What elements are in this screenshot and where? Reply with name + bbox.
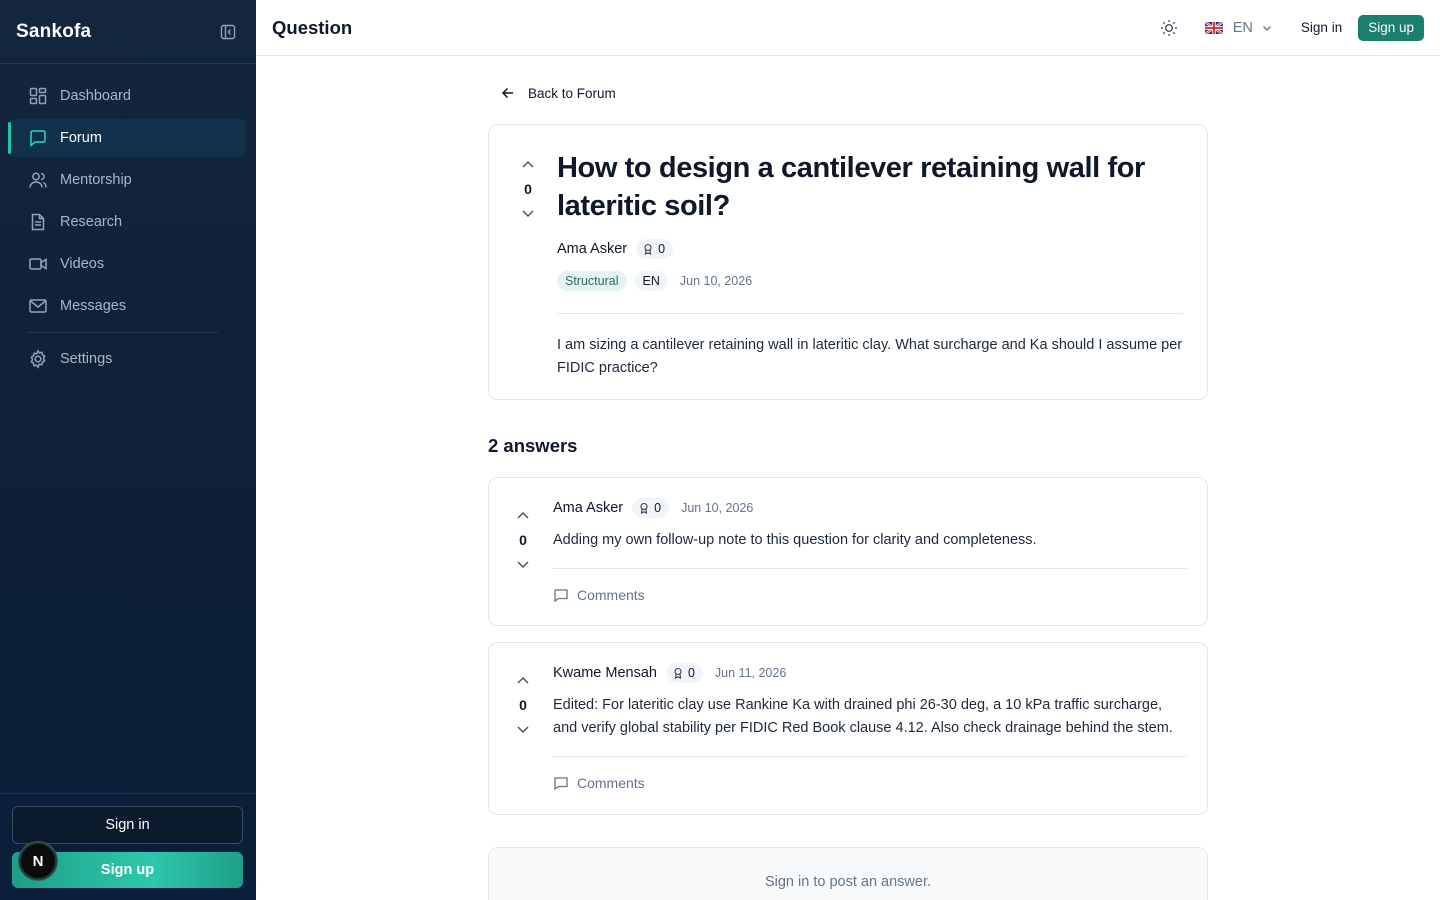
question-date: Jun 10, 2026 (679, 274, 753, 288)
sidebar-nav: Dashboard Forum Mentorship Research Vide… (0, 64, 256, 378)
vote-count: 0 (524, 181, 532, 197)
answer-body: Ama Asker 0 Jun 10, 2026 Adding my own f… (553, 498, 1187, 605)
sidebar-header: Sankofa (0, 0, 256, 64)
author-name[interactable]: Ama Asker (553, 500, 623, 516)
upvote-chevron-up-icon[interactable] (513, 506, 533, 526)
reputation-badge: 0 (636, 239, 674, 259)
users-icon (28, 170, 48, 190)
page-title: Question (272, 16, 353, 38)
comments-button[interactable]: Comments (553, 585, 1187, 605)
top-header: Question EN Sign in Sign up (256, 0, 1440, 56)
main-content: Back to Forum 0 How to design a cantilev… (488, 56, 1208, 900)
header-signup-button[interactable]: Sign up (1358, 14, 1424, 41)
sidebar-item-label: Messages (60, 298, 127, 314)
theme-toggle-sun-icon[interactable] (1155, 14, 1183, 42)
comment-icon (553, 775, 569, 791)
language-selector[interactable]: EN (1204, 19, 1273, 36)
question-meta: Ama Asker 0 (557, 239, 1183, 259)
question-body: How to design a cantilever retaining wal… (557, 149, 1183, 380)
question-vote: 0 (516, 155, 540, 223)
upvote-chevron-up-icon[interactable] (518, 155, 538, 175)
author-name[interactable]: Kwame Mensah (553, 665, 657, 681)
downvote-chevron-down-icon[interactable] (513, 719, 533, 739)
question-card: 0 How to design a cantilever retaining w… (488, 124, 1208, 400)
sidebar-item-label: Mentorship (60, 172, 132, 188)
answer-text: Edited: For lateritic clay use Rankine K… (553, 697, 1173, 736)
comments-button[interactable]: Comments (553, 773, 1187, 793)
reputation-value: 0 (654, 501, 662, 515)
header-signin-link[interactable]: Sign in (1301, 20, 1342, 35)
sidebar: Sankofa Dashboard Forum Mentorship Resea… (0, 0, 256, 900)
header-actions: EN Sign in Sign up (1155, 14, 1424, 42)
question-tags: Structural EN Jun 10, 2026 (557, 271, 1183, 291)
sidebar-item-label: Settings (60, 351, 113, 367)
video-icon (28, 254, 48, 274)
divider (557, 313, 1183, 314)
downvote-chevron-down-icon[interactable] (513, 554, 533, 574)
award-icon (642, 243, 654, 255)
vote-count: 0 (519, 532, 527, 548)
answer-meta: Kwame Mensah 0 Jun 11, 2026 (553, 663, 1187, 683)
sidebar-collapse-icon[interactable] (216, 20, 240, 44)
arrow-left-icon (500, 85, 516, 101)
signin-to-answer-box: Sign in to post an answer. (488, 847, 1208, 900)
vote-count: 0 (519, 697, 527, 713)
answer-card: 0 Ama Asker 0 Jun 10, 2026 Adding my own… (488, 477, 1208, 626)
category-tag[interactable]: Structural (557, 271, 627, 291)
author-name[interactable]: Ama Asker (557, 241, 627, 257)
sidebar-item-label: Forum (60, 130, 102, 146)
signin-prompt-link[interactable]: Sign in to post an answer. (765, 874, 931, 890)
answer-body: Kwame Mensah 0 Jun 11, 2026 Edited: For … (553, 663, 1187, 793)
language-code: EN (1232, 19, 1253, 36)
answer-date: Jun 11, 2026 (714, 666, 787, 680)
sidebar-item-videos[interactable]: Videos (8, 245, 246, 283)
divider (553, 756, 1187, 757)
uk-flag-icon (1204, 20, 1224, 35)
answer-vote: 0 (511, 671, 535, 739)
mail-icon (28, 296, 48, 316)
sidebar-item-label: Dashboard (60, 88, 131, 104)
award-icon (638, 502, 650, 514)
award-icon (672, 667, 684, 679)
answer-card: 0 Kwame Mensah 0 Jun 11, 2026 Edited: Fo… (488, 642, 1208, 815)
answer-text: Adding my own follow-up note to this que… (553, 532, 1037, 548)
back-link-label: Back to Forum (528, 85, 616, 101)
sidebar-item-mentorship[interactable]: Mentorship (8, 161, 246, 199)
sidebar-item-research[interactable]: Research (8, 203, 246, 241)
file-text-icon (28, 212, 48, 232)
sidebar-signin-button[interactable]: Sign in (12, 806, 243, 844)
question-title: How to design a cantilever retaining wal… (557, 152, 1145, 222)
dev-badge[interactable]: N (19, 842, 57, 880)
comment-icon (553, 587, 569, 603)
reputation-badge: 0 (665, 663, 703, 683)
brand-logo[interactable]: Sankofa (16, 21, 91, 43)
downvote-chevron-down-icon[interactable] (518, 203, 538, 223)
comments-label: Comments (577, 775, 645, 791)
sidebar-item-label: Research (60, 214, 123, 230)
sidebar-item-messages[interactable]: Messages (8, 287, 246, 325)
dashboard-icon (28, 86, 48, 106)
question-text: I am sizing a cantilever retaining wall … (557, 337, 1183, 376)
reputation-badge: 0 (632, 498, 670, 518)
nav-divider (28, 332, 218, 333)
language-tag: EN (634, 271, 668, 291)
message-square-icon (28, 128, 48, 148)
chevron-down-icon (1261, 22, 1273, 34)
sidebar-item-forum[interactable]: Forum (8, 119, 246, 157)
back-to-forum-link[interactable]: Back to Forum (488, 83, 1208, 103)
sidebar-item-settings[interactable]: Settings (8, 340, 246, 378)
sidebar-item-dashboard[interactable]: Dashboard (8, 77, 246, 115)
reputation-value: 0 (687, 666, 695, 680)
answer-meta: Ama Asker 0 Jun 10, 2026 (553, 498, 1187, 518)
sidebar-item-label: Videos (60, 256, 105, 272)
reputation-value: 0 (658, 242, 666, 256)
upvote-chevron-up-icon[interactable] (513, 671, 533, 691)
comments-label: Comments (577, 587, 645, 603)
answers-heading: 2 answers (488, 435, 578, 456)
answer-vote: 0 (511, 506, 535, 574)
gear-icon (28, 349, 48, 369)
divider (553, 568, 1187, 569)
answer-date: Jun 10, 2026 (681, 501, 754, 515)
